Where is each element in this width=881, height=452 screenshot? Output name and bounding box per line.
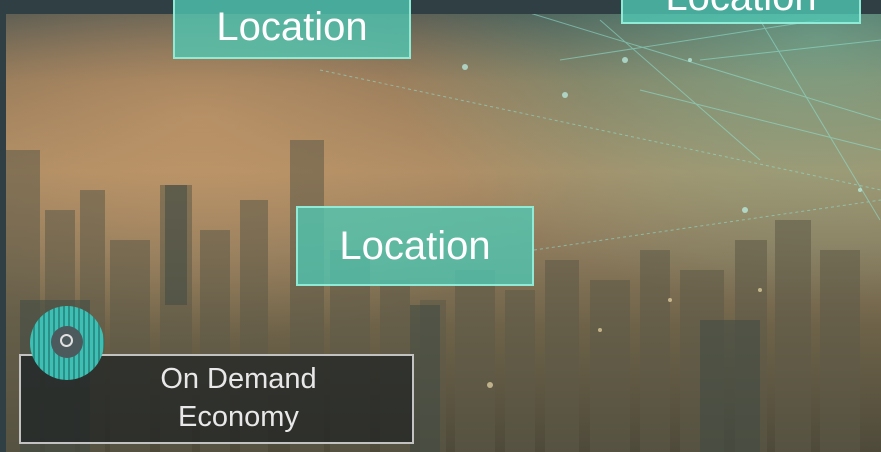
location-tag-label: Location (665, 0, 816, 17)
badge-line-2: Economy (178, 401, 299, 433)
badge-text: On Demand Economy (141, 360, 336, 436)
location-tag-top-right: Location (621, 0, 861, 24)
location-tag-top-left: Location (173, 0, 411, 59)
lens-body (51, 326, 83, 358)
camera-lens-icon (30, 306, 104, 380)
location-tag-label: Location (216, 4, 368, 49)
location-tag-label: Location (339, 224, 491, 268)
left-frame-bar (0, 0, 6, 452)
badge-line-1: On Demand (160, 363, 317, 395)
location-tag-center: Location (296, 206, 534, 286)
lens-ring (60, 334, 73, 347)
